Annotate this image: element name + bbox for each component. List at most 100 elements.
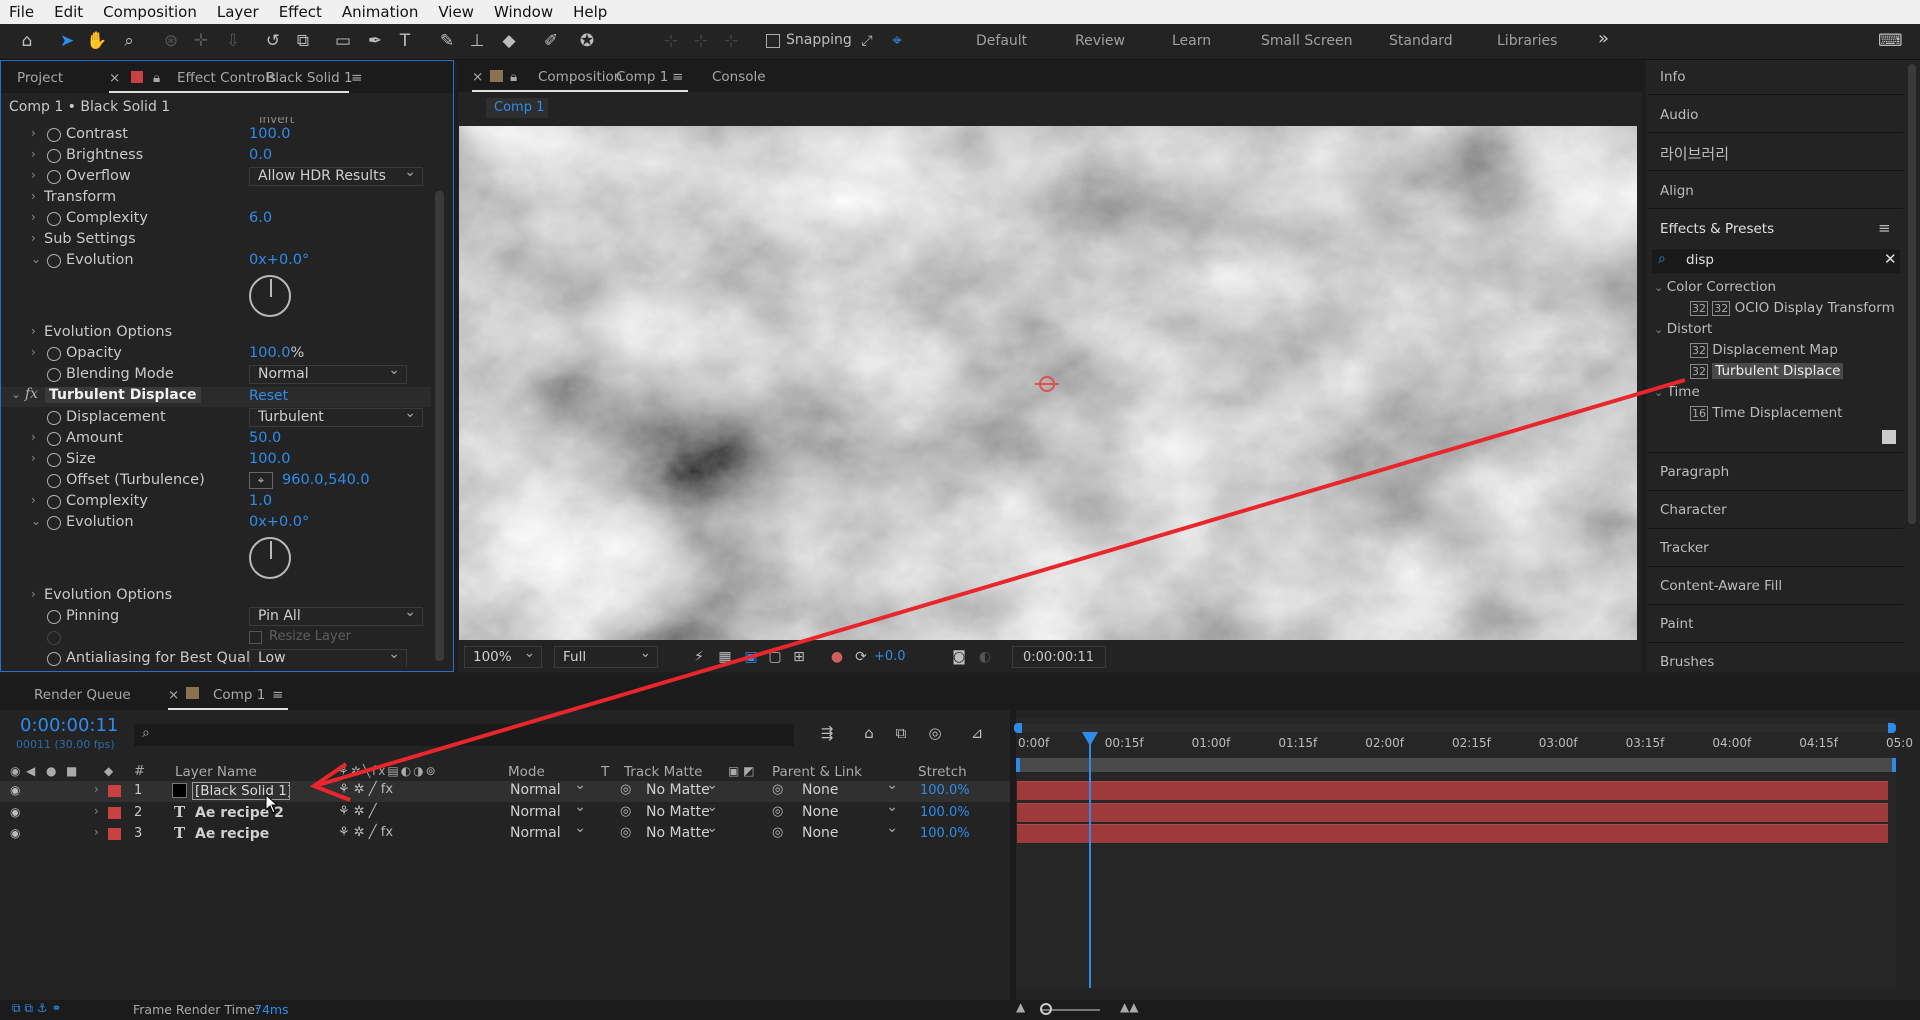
- draft-3d-icon[interactable]: ⌂: [858, 722, 880, 744]
- home-icon[interactable]: ⌂: [16, 30, 38, 52]
- expand-icon[interactable]: ›: [94, 782, 99, 796]
- evolution-dial[interactable]: [249, 537, 291, 579]
- displacement-dropdown[interactable]: Turbulent: [249, 405, 423, 427]
- stopwatch-icon[interactable]: [47, 411, 61, 425]
- reset-link[interactable]: Reset: [249, 388, 288, 404]
- lock-icon[interactable]: 🔒︎: [153, 70, 160, 86]
- pan-tool-icon[interactable]: ✛: [190, 30, 212, 52]
- workspace-small-screen[interactable]: Small Screen: [1261, 33, 1352, 49]
- axis-view-icon[interactable]: ⊹: [720, 30, 742, 52]
- label-color-swatch[interactable]: [108, 785, 121, 797]
- opacity-value[interactable]: 100.0%: [249, 345, 304, 361]
- mode-dropdown[interactable]: Normal: [510, 820, 590, 843]
- effect-item-displacement-map[interactable]: 32 Displacement Map: [1690, 342, 1838, 358]
- expand-icon[interactable]: ›: [94, 804, 99, 818]
- time-ruler[interactable]: 0:00f 00:15f 01:00f 01:15f 02:00f 02:15f 03:00…: [1016, 732, 1913, 758]
- panel-audio[interactable]: Audio: [1660, 107, 1698, 123]
- layer-row[interactable]: ◉ › 3 T Ae recipe ⚘ ✲ ╱ fx Normal ◎ No M…: [0, 820, 1010, 845]
- more-workspaces-icon[interactable]: »: [1598, 28, 1609, 49]
- menu-animation[interactable]: Animation: [333, 3, 429, 21]
- group-distort[interactable]: ⌄ Distort: [1654, 321, 1712, 337]
- snapshot-icon[interactable]: ◙: [948, 646, 970, 668]
- expand-icon[interactable]: ›: [31, 147, 36, 161]
- menu-window[interactable]: Window: [485, 3, 564, 21]
- status-icons[interactable]: ⧉ ⧉ ⚓ ⚭: [12, 1001, 61, 1016]
- zoom-in-icon[interactable]: ▲▲: [1120, 1000, 1138, 1014]
- effects-search-field[interactable]: ⌕ disp ✕: [1652, 249, 1900, 273]
- transparency-grid-icon[interactable]: ▦: [714, 646, 736, 668]
- panel-brushes[interactable]: Brushes: [1660, 654, 1714, 670]
- label-color-swatch[interactable]: [108, 807, 121, 819]
- zoom-out-icon[interactable]: ▲: [1016, 1000, 1025, 1014]
- show-snapshot-icon[interactable]: ◐: [974, 646, 996, 668]
- audio-toggle-icon[interactable]: ◀: [26, 764, 35, 778]
- dolly-tool-icon[interactable]: ⇩: [222, 30, 244, 52]
- mask-visibility-icon[interactable]: ▢: [764, 646, 786, 668]
- panel-align[interactable]: Align: [1660, 183, 1694, 199]
- comp-mini-flowchart-icon[interactable]: ⇶: [816, 722, 838, 744]
- offset-value[interactable]: 960.0,540.0: [282, 472, 370, 488]
- collapse-icon[interactable]: ⌄: [31, 514, 41, 528]
- layer-duration-bar[interactable]: [1017, 803, 1888, 822]
- track-matte-dropdown[interactable]: No Matte: [646, 820, 722, 843]
- expand-icon[interactable]: ›: [31, 587, 36, 601]
- hand-tool-icon[interactable]: ✋: [86, 30, 108, 52]
- stopwatch-icon[interactable]: [47, 347, 61, 361]
- stopwatch-icon[interactable]: [47, 212, 61, 226]
- pen-tool-icon[interactable]: ✒: [364, 30, 386, 52]
- orbit-tool-icon[interactable]: ⊛: [160, 30, 182, 52]
- close-icon[interactable]: ×: [472, 69, 483, 85]
- panel-menu-icon[interactable]: ≡: [272, 687, 283, 703]
- antialiasing-dropdown[interactable]: Low: [249, 646, 407, 667]
- snap-edges-icon[interactable]: ⤢: [856, 30, 878, 52]
- effect-item-ocio[interactable]: 32 32 OCIO Display Transform: [1690, 300, 1895, 316]
- crosshair-icon[interactable]: ⌖: [249, 472, 273, 489]
- camera-tool-icon[interactable]: ⧉: [292, 30, 314, 52]
- motion-blur-icon[interactable]: ◎: [924, 722, 946, 744]
- stopwatch-icon[interactable]: [47, 254, 61, 268]
- stopwatch-icon[interactable]: [47, 495, 61, 509]
- panel-menu-icon[interactable]: ≡: [1878, 219, 1891, 237]
- parent-pickwhip-icon[interactable]: ◎: [772, 782, 783, 797]
- current-time-field[interactable]: 0:00:00:11: [1012, 646, 1106, 668]
- eye-icon[interactable]: ◉: [10, 805, 20, 819]
- expand-icon[interactable]: ›: [31, 430, 36, 444]
- scrollbar[interactable]: [435, 191, 444, 661]
- tab-effect-controls-layer[interactable]: Black Solid 1: [266, 70, 353, 86]
- workspace-default[interactable]: Default: [976, 33, 1027, 49]
- effect-item-turbulent-displace[interactable]: 32 Turbulent Displace: [1690, 363, 1844, 379]
- workspace-libraries[interactable]: Libraries: [1497, 33, 1557, 49]
- hide-shy-icon[interactable]: ⧉: [890, 722, 912, 744]
- tab-project[interactable]: Project: [17, 70, 63, 86]
- tab-comp[interactable]: Comp 1: [213, 687, 265, 703]
- stopwatch-icon[interactable]: [47, 474, 61, 488]
- rotate-tool-icon[interactable]: ↺: [262, 30, 284, 52]
- expand-icon[interactable]: ›: [31, 126, 36, 140]
- matte-pickwhip-icon[interactable]: ◎: [620, 804, 631, 819]
- panel-libraries[interactable]: 라이브러리: [1660, 143, 1729, 164]
- stretch-value[interactable]: 100.0%: [920, 783, 970, 798]
- label-color-swatch[interactable]: [108, 828, 121, 840]
- tab-render-queue[interactable]: Render Queue: [34, 687, 131, 703]
- layer-duration-bar[interactable]: [1017, 781, 1888, 800]
- panel-content-aware-fill[interactable]: Content-Aware Fill: [1660, 578, 1782, 594]
- parent-pickwhip-icon[interactable]: ◎: [772, 825, 783, 840]
- selection-tool-icon[interactable]: ➤: [56, 30, 78, 52]
- evolution-dial[interactable]: [249, 275, 291, 317]
- group-color-correction[interactable]: ⌄ Color Correction: [1654, 279, 1776, 295]
- effect-item-time-displacement[interactable]: 16 Time Displacement: [1690, 405, 1842, 421]
- parent-pickwhip-icon[interactable]: ◎: [772, 804, 783, 819]
- panel-info[interactable]: Info: [1660, 69, 1686, 85]
- composition-viewer[interactable]: [459, 126, 1637, 640]
- tab-console[interactable]: Console: [712, 69, 766, 85]
- parent-dropdown[interactable]: None: [802, 820, 902, 843]
- evolution-value[interactable]: 0x+0.0°: [249, 514, 309, 530]
- layer-switches[interactable]: ⚘ ✲ ╱ fx: [338, 825, 393, 840]
- complexity-value[interactable]: 1.0: [249, 493, 272, 509]
- exposure-value[interactable]: +0.0: [874, 649, 906, 664]
- stopwatch-icon[interactable]: [47, 128, 61, 142]
- complexity-value[interactable]: 6.0: [249, 210, 272, 226]
- zoom-dropdown[interactable]: 100% ⌄: [464, 645, 542, 668]
- timeline-timecode[interactable]: 0:00:00:11: [20, 715, 118, 736]
- panel-paragraph[interactable]: Paragraph: [1660, 464, 1729, 480]
